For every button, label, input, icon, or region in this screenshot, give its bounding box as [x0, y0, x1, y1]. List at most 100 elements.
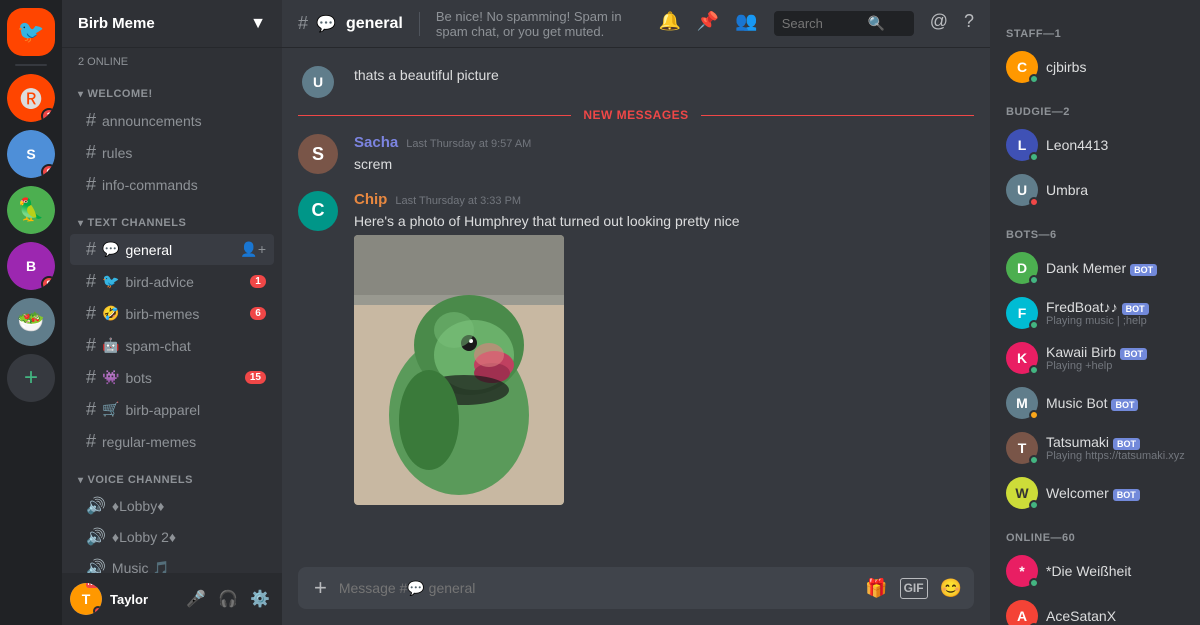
avatar-letter: C — [298, 191, 338, 231]
message-group-sacha: S Sacha Last Thursday at 9:57 AM screm 😊 — [282, 130, 990, 179]
user-info: Taylor — [110, 592, 174, 607]
search-icon: 🔍 — [868, 15, 885, 32]
user-controls: 🎤 🎧 ⚙️ — [182, 585, 274, 613]
status-indicator — [1029, 320, 1039, 330]
channel-info-commands[interactable]: # info-commands — [70, 169, 274, 200]
header-divider — [419, 12, 420, 36]
member-fredboat[interactable]: F FredBoat♪♪BOT Playing music | ;help — [994, 291, 1196, 335]
member-welcomer[interactable]: W WelcomerBOT — [994, 471, 1196, 515]
status-indicator — [1029, 197, 1039, 207]
members-icon[interactable]: 👥 — [735, 11, 757, 36]
search-input[interactable] — [782, 16, 862, 31]
category-voice-channels[interactable]: VOICE CHANNELS — [62, 458, 282, 490]
deafen-button[interactable]: 🎧 — [214, 585, 242, 613]
channel-badge: 15 — [245, 371, 266, 384]
bell-icon[interactable]: 🔔 — [658, 11, 680, 36]
category-text-channels[interactable]: TEXT CHANNELS — [62, 201, 282, 233]
member-info: Umbra — [1046, 182, 1188, 198]
member-tatsumaki[interactable]: T TatsumakiBOT Playing https://tatsumaki… — [994, 426, 1196, 470]
member-music-bot[interactable]: M Music BotBOT — [994, 381, 1196, 425]
member-name: FredBoat♪♪BOT — [1046, 299, 1188, 315]
message-content-chip: Chip Last Thursday at 3:33 PM Here's a p… — [354, 191, 974, 506]
header-icons: 🔔 📌 👥 🔍 @ ? — [658, 11, 974, 36]
staff-header: STAFF—1 — [990, 12, 1200, 44]
at-icon[interactable]: @ — [930, 11, 948, 36]
bot-tag: BOT — [1111, 399, 1138, 411]
search-bar[interactable]: 🔍 — [774, 11, 914, 36]
channel-bird-advice[interactable]: # 🐦 bird-advice 1 — [70, 266, 274, 297]
mute-button[interactable]: 🎤 — [182, 585, 210, 613]
hash-icon: # — [86, 399, 96, 420]
member-acesatanx[interactable]: A AceSatanX — [994, 594, 1196, 625]
member-kawaii-birb[interactable]: K Kawaii BirbBOT Playing +help — [994, 336, 1196, 380]
member-leon[interactable]: L Leon4413 — [994, 123, 1196, 167]
message-author-sacha: Sacha — [354, 134, 398, 151]
channel-lobby[interactable]: 🔊 ♦Lobby♦ — [70, 491, 274, 521]
divider-line-left — [298, 115, 571, 116]
channel-general[interactable]: # 💬 general 👤+ — [70, 234, 274, 265]
server-icon-4[interactable]: B 9 — [7, 242, 55, 290]
channel-rules[interactable]: # rules — [70, 137, 274, 168]
category-welcome[interactable]: WELCOME! — [62, 72, 282, 104]
server-badge-1: 1 — [41, 108, 55, 122]
server-name: Birb Meme — [78, 15, 155, 32]
hash-icon: # — [86, 303, 96, 324]
chat-input[interactable] — [339, 569, 857, 607]
member-name: Umbra — [1046, 182, 1088, 198]
bot-tag: BOT — [1122, 303, 1149, 315]
server-icon-2[interactable]: S 6 — [7, 130, 55, 178]
member-info: Kawaii BirbBOT Playing +help — [1046, 344, 1188, 372]
channel-birb-memes[interactable]: # 🤣 birb-memes 6 — [70, 298, 274, 329]
online-header: ONLINE—60 — [990, 516, 1200, 548]
user-badge-new: NEW — [86, 583, 102, 588]
status-indicator — [1029, 152, 1039, 162]
channel-badge: 1 — [250, 275, 266, 288]
member-die-weissheit[interactable]: * *Die Weißheit — [994, 549, 1196, 593]
server-badge-2: 6 — [41, 164, 55, 178]
user-avatar: T NEW — [70, 583, 102, 615]
message-header: Sacha Last Thursday at 9:57 AM — [354, 134, 974, 151]
channel-lobby2[interactable]: 🔊 ♦Lobby 2♦ — [70, 522, 274, 552]
channel-bots[interactable]: # 👾 bots 15 — [70, 362, 274, 393]
new-messages-divider: NEW MESSAGES — [282, 100, 990, 130]
channel-spam-chat[interactable]: # 🤖 spam-chat — [70, 330, 274, 361]
member-name: *Die Weißheit — [1046, 563, 1131, 579]
new-messages-label: NEW MESSAGES — [583, 108, 688, 122]
channel-announcements[interactable]: # announcements — [70, 105, 274, 136]
add-attachment-icon[interactable]: + — [310, 567, 331, 609]
avatar-circle: A — [1006, 600, 1038, 625]
server-icon-add[interactable]: + — [7, 354, 55, 402]
server-icon-1[interactable]: 🅡 1 — [7, 74, 55, 122]
gift-icon[interactable]: 🎁 — [865, 578, 887, 599]
member-name: WelcomerBOT — [1046, 485, 1140, 501]
server-icon-5[interactable]: 🥗 — [7, 298, 55, 346]
channel-music[interactable]: 🔊 Music 🎵 — [70, 553, 274, 573]
member-sub: Playing +help — [1046, 360, 1188, 372]
channel-regular-memes[interactable]: # regular-memes — [70, 426, 274, 457]
emoji-icon: 🤖 — [102, 337, 119, 354]
chat-header: # 💬 general Be nice! No spamming! Spam i… — [282, 0, 990, 48]
emoji-icon[interactable]: 😊 — [940, 578, 962, 599]
bot-tag: BOT — [1130, 264, 1157, 276]
message-avatar: U — [302, 66, 334, 98]
gif-icon[interactable]: GIF — [900, 578, 928, 599]
pin-icon[interactable]: 📌 — [697, 11, 719, 36]
server-icon-3[interactable]: 🦜 — [7, 186, 55, 234]
member-dank-memer[interactable]: D Dank MemerBOT — [994, 246, 1196, 290]
hash-icon: # — [86, 367, 96, 388]
member-cjbirbs[interactable]: C cjbirbs — [994, 45, 1196, 89]
help-icon[interactable]: ? — [964, 11, 974, 36]
message-header-chip: Chip Last Thursday at 3:33 PM — [354, 191, 974, 208]
hash-icon: # — [86, 431, 96, 452]
channel-birb-apparel[interactable]: # 🛒 birb-apparel — [70, 394, 274, 425]
server-icon-birb[interactable]: 🐦 — [7, 8, 55, 56]
channel-name: info-commands — [102, 177, 266, 193]
add-user-icon[interactable]: 👤+ — [240, 241, 266, 258]
channel-name: birb-apparel — [125, 402, 266, 418]
server-divider — [15, 64, 47, 66]
hash-icon: # — [86, 110, 96, 131]
member-umbra[interactable]: U Umbra — [994, 168, 1196, 212]
member-avatar-welcomer: W — [1006, 477, 1038, 509]
settings-button[interactable]: ⚙️ — [246, 585, 274, 613]
server-header[interactable]: Birb Meme ▼ — [62, 0, 282, 48]
